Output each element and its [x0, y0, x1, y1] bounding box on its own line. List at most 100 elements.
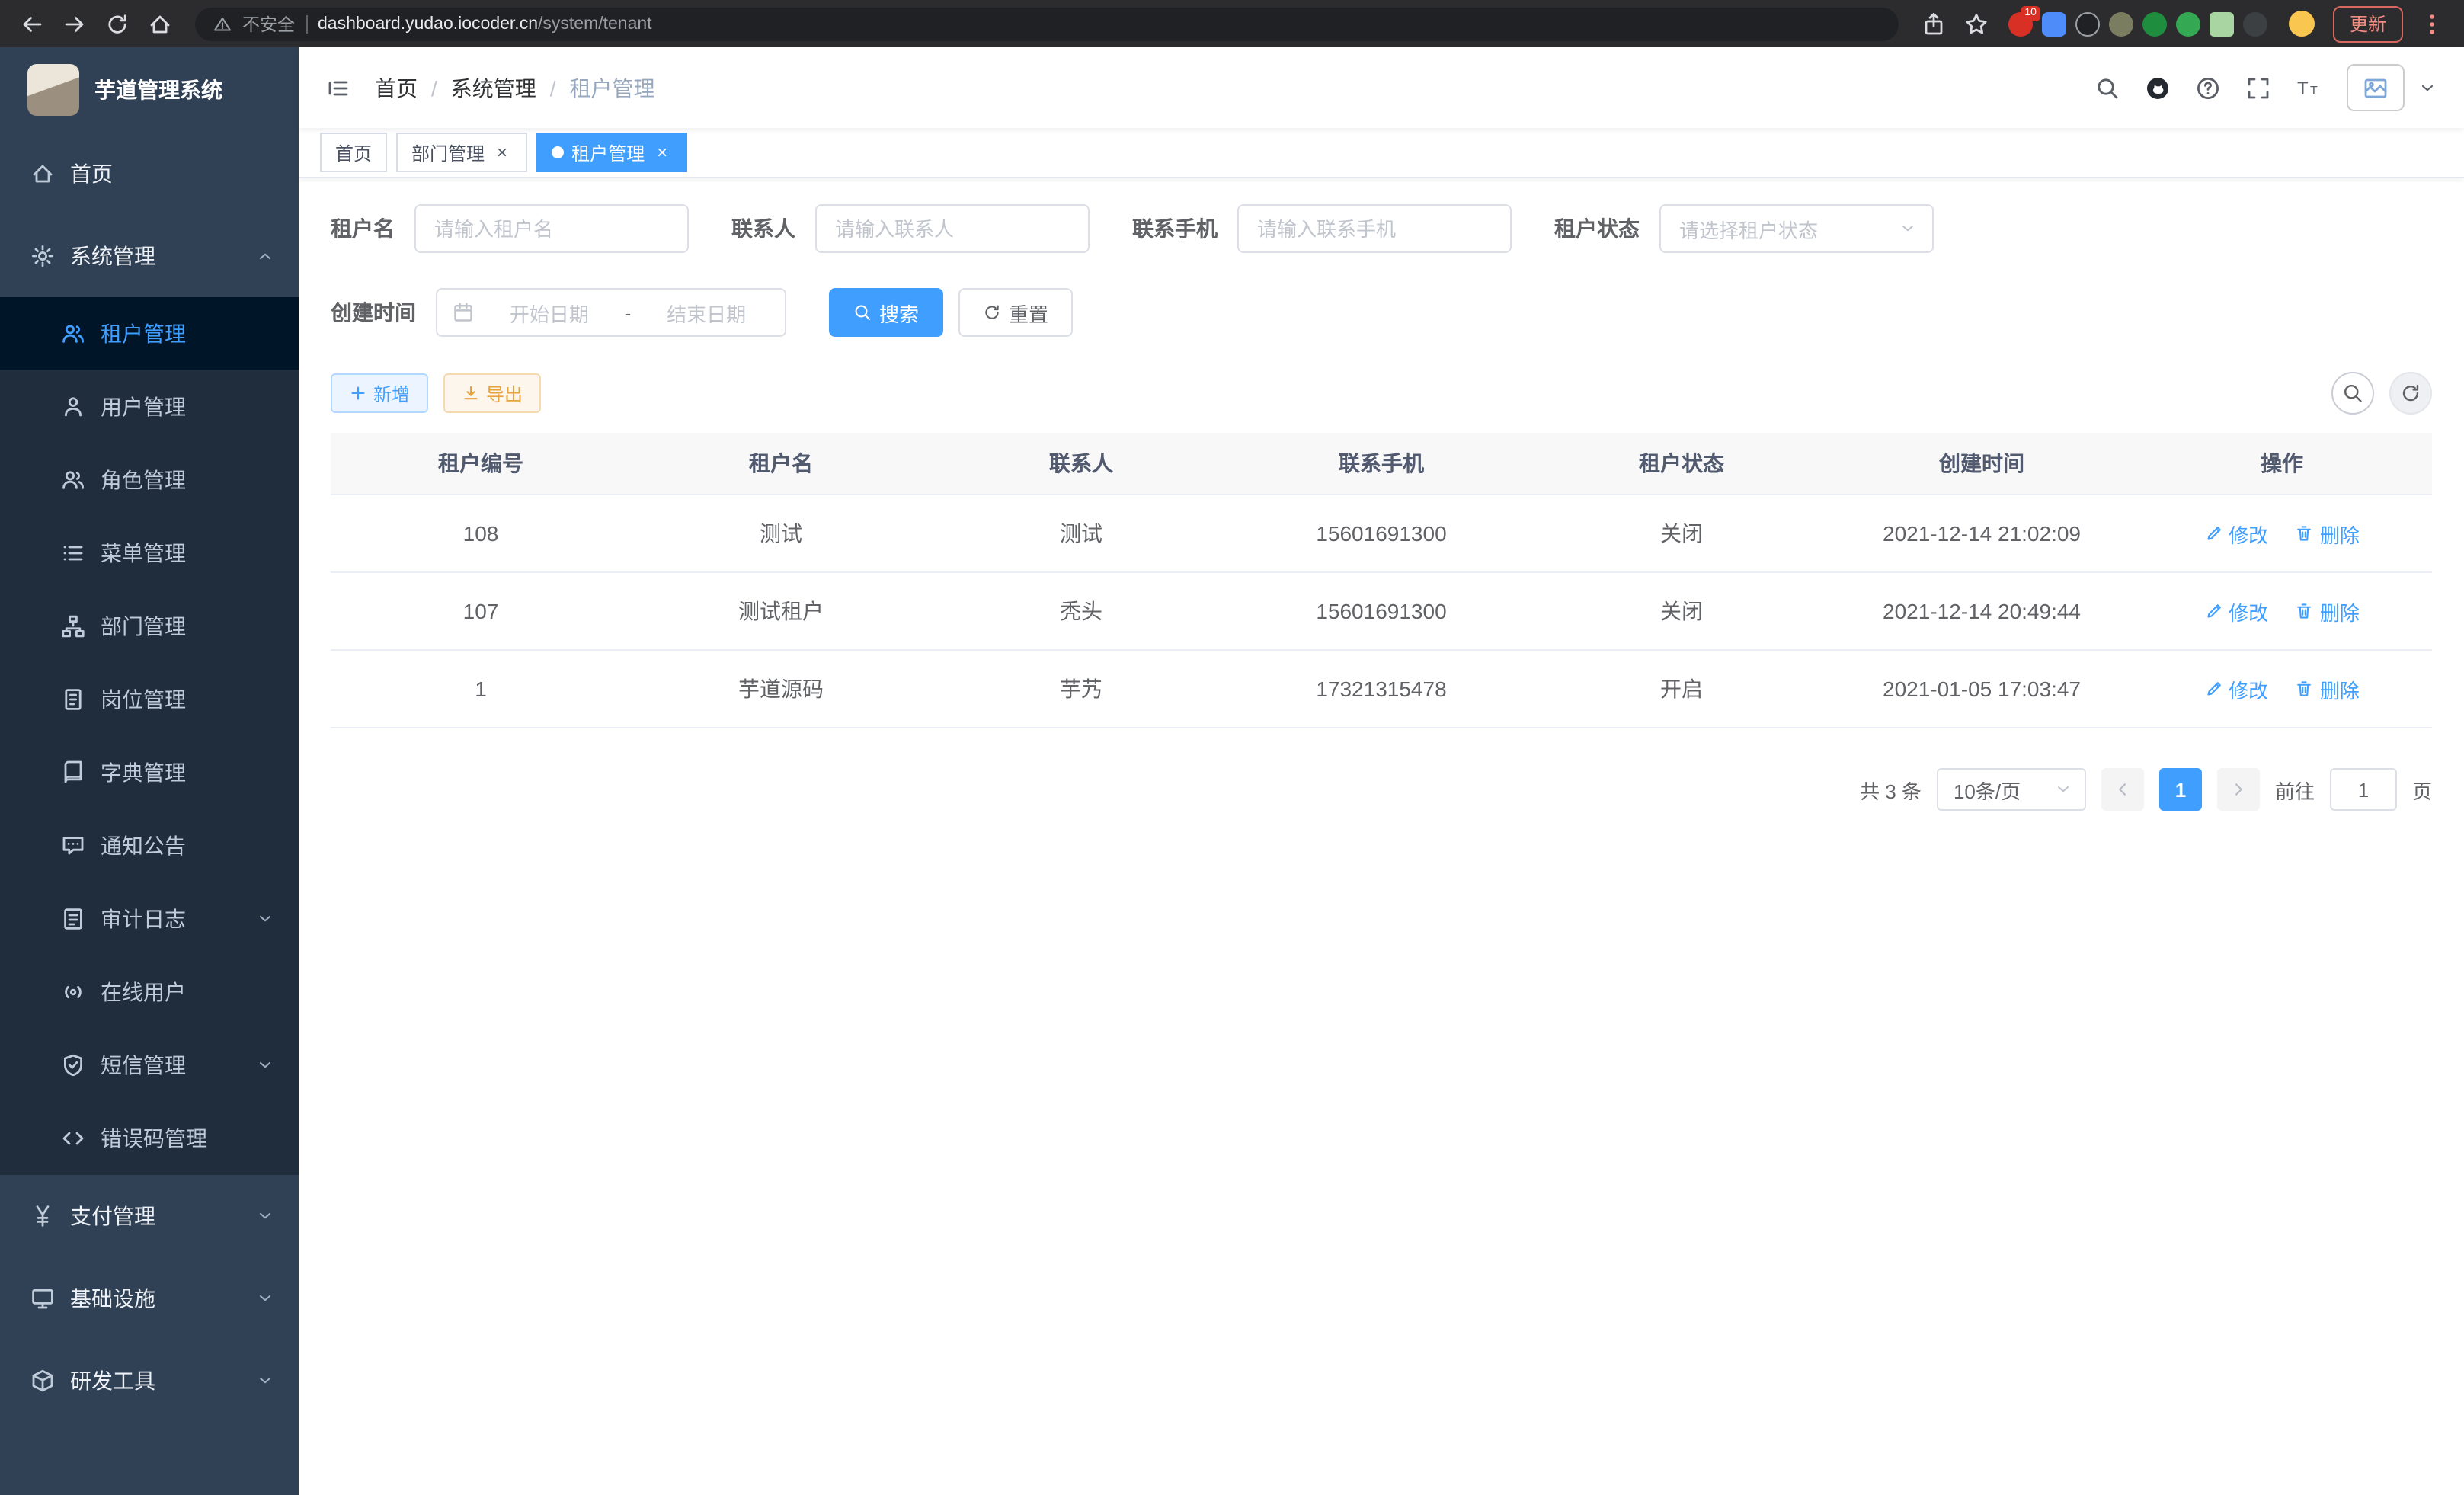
browser-menu-icon[interactable] [2412, 4, 2452, 43]
tenant-name-input[interactable] [414, 204, 689, 253]
extension-icon[interactable] [2075, 11, 2100, 36]
toggle-search-button[interactable] [2331, 372, 2374, 415]
close-icon[interactable]: × [652, 142, 672, 162]
sidebar-item-dept[interactable]: 部门管理 [0, 590, 299, 663]
add-button[interactable]: 新增 [331, 373, 428, 413]
help-icon[interactable] [2196, 75, 2220, 100]
search-button[interactable]: 搜索 [829, 288, 943, 337]
back-icon[interactable] [12, 4, 52, 43]
page-number-button[interactable]: 1 [2159, 768, 2202, 811]
github-icon[interactable] [2146, 75, 2170, 100]
sidebar-item-system[interactable]: 系统管理 [0, 215, 299, 297]
sidebar-item-error-code[interactable]: 错误码管理 [0, 1102, 299, 1175]
tab-dept[interactable]: 部门管理× [396, 133, 527, 172]
goto-label: 前往 [2275, 775, 2315, 804]
navbar-actions: TT [2095, 64, 2437, 111]
contact-input[interactable] [815, 204, 1090, 253]
app-logo[interactable]: 芋道管理系统 [0, 47, 299, 133]
sidebar-item-post[interactable]: 岗位管理 [0, 663, 299, 736]
create-time-range-picker[interactable]: 开始日期 - 结束日期 [436, 288, 786, 337]
delete-link[interactable]: 删除 [2296, 597, 2360, 626]
close-icon[interactable]: × [492, 142, 512, 162]
extension-icon[interactable] [2210, 11, 2234, 36]
shield-icon [61, 1053, 85, 1077]
sidebar-item-audit-log[interactable]: 审计日志 [0, 882, 299, 956]
browser-profile-avatar[interactable] [2289, 11, 2315, 37]
bookmark-star-icon[interactable] [1957, 4, 1996, 43]
phone-input[interactable] [1237, 204, 1512, 253]
edit-link[interactable]: 修改 [2204, 597, 2268, 626]
cell-contact: 秃头 [931, 572, 1231, 650]
fullscreen-icon[interactable] [2246, 75, 2270, 100]
forward-icon[interactable] [55, 4, 94, 43]
reset-button[interactable]: 重置 [958, 288, 1073, 337]
edit-link[interactable]: 修改 [2204, 519, 2268, 548]
cell-actions: 修改 删除 [2132, 572, 2432, 650]
export-button-label: 导出 [486, 380, 523, 406]
tab-label: 首页 [335, 139, 372, 165]
sidebar-item-payment[interactable]: 支付管理 [0, 1175, 299, 1257]
hamburger-icon[interactable] [326, 75, 350, 100]
browser-home-icon[interactable] [140, 4, 180, 43]
font-size-icon[interactable]: TT [2296, 75, 2321, 100]
navbar: 首页 / 系统管理 / 租户管理 TT [299, 47, 2464, 128]
table-toolbar: 新增 导出 [331, 372, 2432, 415]
chevron-left-icon [2114, 780, 2132, 799]
extension-icon[interactable]: 10 [2008, 11, 2033, 36]
chevron-down-icon [256, 1207, 274, 1225]
sidebar-item-infra[interactable]: 基础设施 [0, 1257, 299, 1340]
sidebar-item-menu[interactable]: 菜单管理 [0, 517, 299, 590]
sidebar-item-label: 字典管理 [101, 757, 186, 788]
page-size-select[interactable]: 10条/页 [1937, 768, 2086, 811]
user-icon [61, 395, 85, 419]
address-bar[interactable]: 不安全 dashboard.yudao.iocoder.cn/system/te… [195, 7, 1899, 40]
avatar[interactable] [2347, 64, 2405, 111]
goto-page-input[interactable] [2330, 768, 2397, 811]
cell-status: 关闭 [1531, 572, 1832, 650]
date-range-separator: - [625, 301, 632, 324]
extension-icon[interactable] [2243, 11, 2267, 36]
chevron-down-icon[interactable] [2418, 78, 2437, 97]
tab-home[interactable]: 首页 [320, 133, 387, 172]
sidebar-item-online-user[interactable]: 在线用户 [0, 956, 299, 1029]
export-button[interactable]: 导出 [443, 373, 541, 413]
reload-icon[interactable] [98, 4, 137, 43]
extension-icon[interactable] [2042, 11, 2066, 36]
sidebar-item-dict[interactable]: 字典管理 [0, 736, 299, 809]
yen-icon [30, 1204, 55, 1228]
url-host: dashboard.yudao.iocoder.cn [318, 14, 538, 33]
extension-icon[interactable] [2176, 11, 2200, 36]
sidebar-item-sms[interactable]: 短信管理 [0, 1029, 299, 1102]
start-date-placeholder: 开始日期 [486, 298, 613, 327]
edit-link[interactable]: 修改 [2204, 674, 2268, 703]
sidebar-item-label: 错误码管理 [101, 1123, 207, 1154]
next-page-button[interactable] [2217, 768, 2260, 811]
tenant-status-select[interactable]: 请选择租户状态 [1659, 204, 1934, 253]
breadcrumb-item[interactable]: 首页 [375, 72, 418, 103]
extension-icon[interactable] [2109, 11, 2133, 36]
svg-text:T: T [2297, 78, 2309, 98]
sidebar-item-notice[interactable]: 通知公告 [0, 809, 299, 882]
search-icon[interactable] [2095, 75, 2120, 100]
sidebar-item-role[interactable]: 角色管理 [0, 443, 299, 517]
breadcrumb-item[interactable]: 系统管理 [451, 72, 536, 103]
sidebar-item-user[interactable]: 用户管理 [0, 370, 299, 443]
delete-link[interactable]: 删除 [2296, 674, 2360, 703]
prev-page-button[interactable] [2101, 768, 2144, 811]
tab-tenant[interactable]: 租户管理× [536, 133, 687, 172]
people-icon [61, 322, 85, 346]
delete-link[interactable]: 删除 [2296, 519, 2360, 548]
table-row: 1 芋道源码 芋艿 17321315478 开启 2021-01-05 17:0… [331, 650, 2432, 728]
sidebar-item-home[interactable]: 首页 [0, 133, 299, 215]
status-field: 租户状态 请选择租户状态 [1554, 204, 1934, 253]
column-header: 创建时间 [1832, 433, 2132, 495]
extension-icon[interactable] [2142, 11, 2167, 36]
sidebar-item-tenant[interactable]: 租户管理 [0, 297, 299, 370]
sidebar-item-devtools[interactable]: 研发工具 [0, 1340, 299, 1422]
update-button[interactable]: 更新 [2333, 5, 2403, 42]
share-icon[interactable] [1914, 4, 1954, 43]
search-icon [2342, 383, 2363, 404]
refresh-table-button[interactable] [2389, 372, 2432, 415]
pencil-icon [2204, 602, 2222, 620]
app-shell: 芋道管理系统 首页 系统管理 租户管理 用户管理 [0, 47, 2464, 1495]
